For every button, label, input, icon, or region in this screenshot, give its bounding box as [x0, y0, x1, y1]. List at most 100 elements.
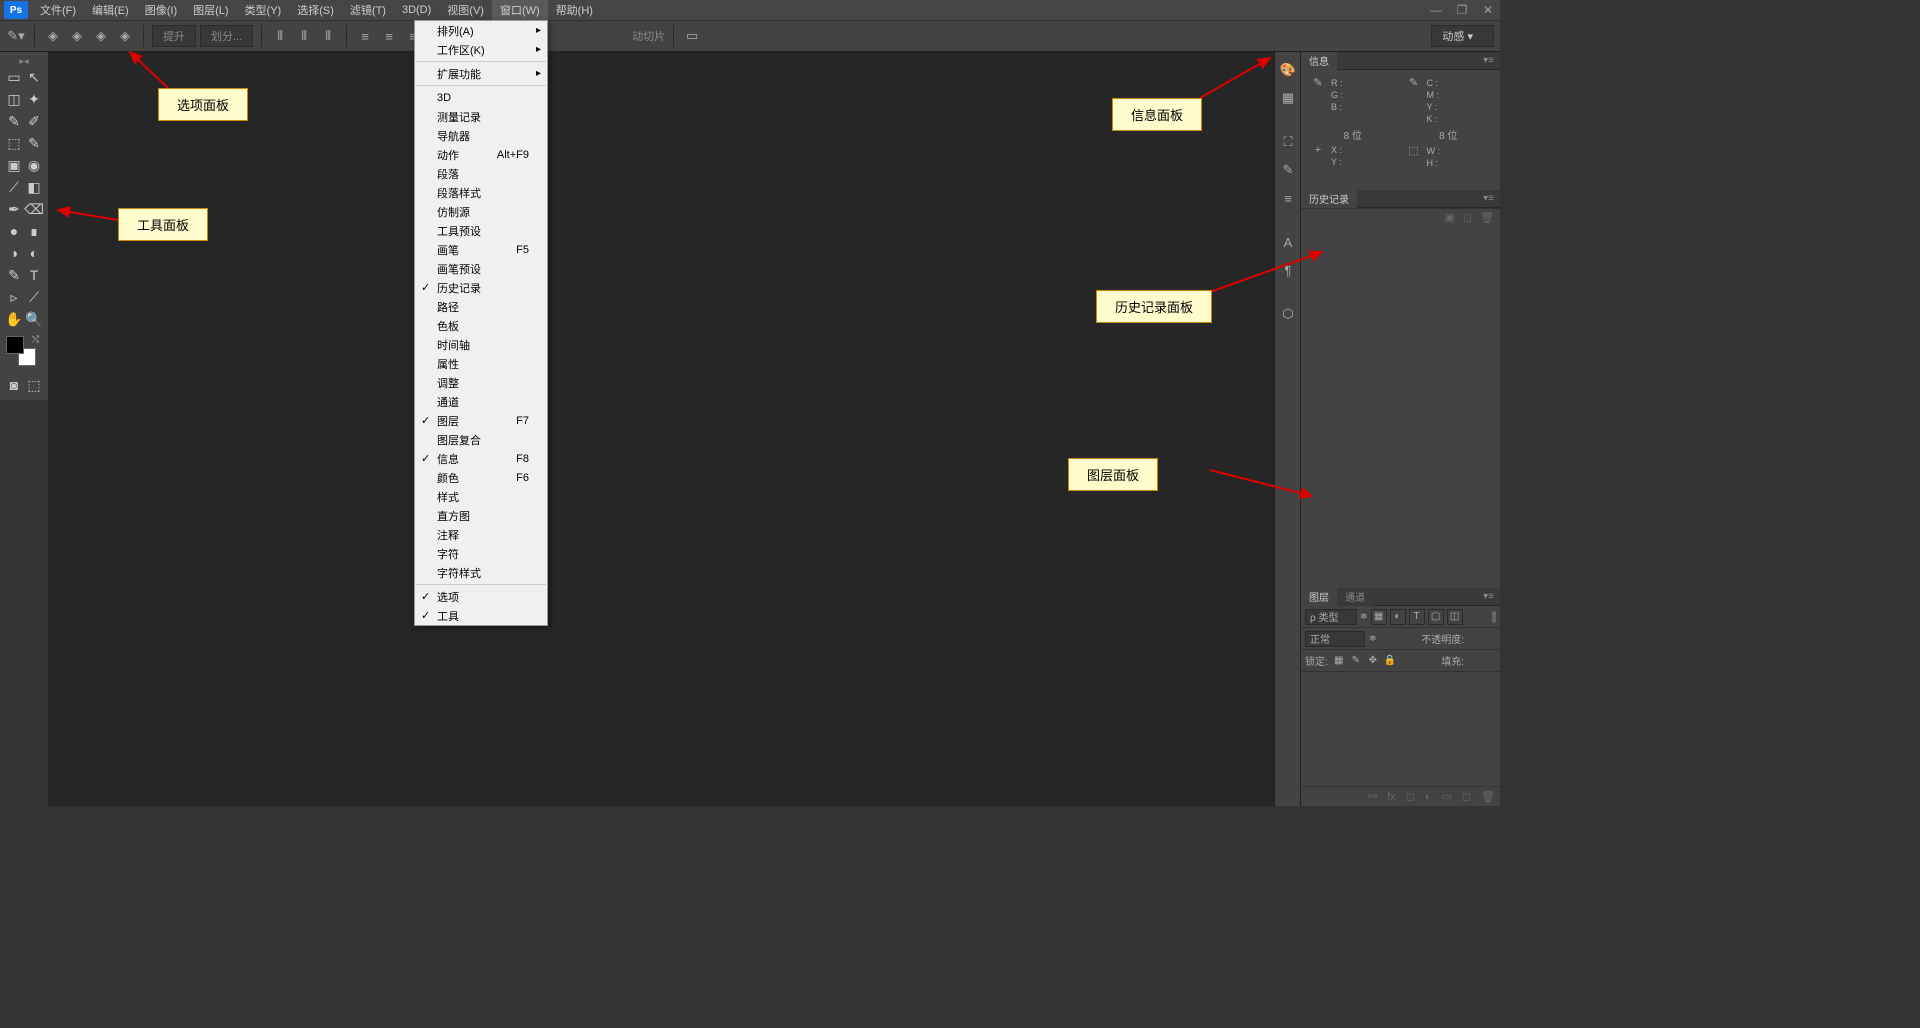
tool-button[interactable]: ◧: [24, 176, 44, 198]
dropdown-item[interactable]: 调整: [415, 373, 547, 392]
dropdown-item[interactable]: 段落: [415, 164, 547, 183]
dropdown-item[interactable]: 仿制源: [415, 202, 547, 221]
menu-item[interactable]: 编辑(E): [84, 0, 137, 20]
tool-button[interactable]: ✎: [24, 132, 44, 154]
layer-fx-icon[interactable]: fx: [1387, 791, 1396, 803]
tool-button[interactable]: T: [24, 264, 44, 286]
filter-shape-icon[interactable]: ▢: [1428, 609, 1444, 625]
align-icon-5[interactable]: ≡: [379, 26, 399, 46]
dropdown-item[interactable]: 历史记录: [415, 278, 547, 297]
menu-item[interactable]: 滤镜(T): [342, 0, 394, 20]
tool-button[interactable]: ⟋: [24, 286, 44, 308]
lock-all-icon[interactable]: 🔒: [1383, 654, 1397, 668]
filter-toggle[interactable]: [1492, 611, 1496, 623]
dropdown-item[interactable]: 画笔预设: [415, 259, 547, 278]
layer-group-icon[interactable]: ▭: [1441, 790, 1451, 803]
menu-item[interactable]: 窗口(W): [492, 0, 548, 20]
menu-item[interactable]: 文件(F): [32, 0, 84, 20]
tool-button[interactable]: ▹: [4, 286, 24, 308]
menu-item[interactable]: 视图(V): [439, 0, 492, 20]
dropdown-item[interactable]: 直方图: [415, 506, 547, 525]
workspace-dropdown[interactable]: 动感 ▾: [1431, 25, 1494, 47]
tool-button[interactable]: ◉: [24, 154, 44, 176]
layer-mask-icon[interactable]: ◻: [1406, 790, 1415, 803]
foreground-color-swatch[interactable]: [6, 336, 24, 354]
color-swatches[interactable]: ⤭: [4, 334, 44, 370]
dropdown-item[interactable]: 颜色F6: [415, 468, 547, 487]
layers-tab[interactable]: 图层: [1301, 588, 1337, 606]
tool-button[interactable]: ⟋: [4, 176, 24, 198]
filter-type-select[interactable]: ρ 类型: [1305, 609, 1357, 625]
dropdown-item[interactable]: 属性: [415, 354, 547, 373]
tool-button[interactable]: ✦: [24, 88, 44, 110]
align-icon-3[interactable]: ⫴: [318, 26, 338, 46]
dropdown-item[interactable]: 工具预设: [415, 221, 547, 240]
dropdown-item[interactable]: 3D: [415, 88, 547, 107]
tool-button[interactable]: ✐: [24, 110, 44, 132]
quickmask-icon[interactable]: ◙: [4, 374, 24, 396]
menu-item[interactable]: 类型(Y): [237, 0, 290, 20]
tool-preset-icon[interactable]: ✎▾: [6, 26, 26, 46]
dropdown-item[interactable]: 字符样式: [415, 563, 547, 582]
align-icon-2[interactable]: ⫴: [294, 26, 314, 46]
lock-paint-icon[interactable]: ✎: [1349, 654, 1363, 668]
opt-icon-1[interactable]: ◈: [43, 26, 63, 46]
history-snapshot-icon[interactable]: ▣: [1444, 211, 1454, 224]
dropdown-item[interactable]: 选项: [415, 587, 547, 606]
menu-item[interactable]: 图层(L): [185, 0, 236, 20]
info-tab[interactable]: 信息: [1301, 52, 1337, 70]
dropdown-item[interactable]: 时间轴: [415, 335, 547, 354]
dropdown-item[interactable]: 工具: [415, 606, 547, 625]
tool-button[interactable]: ▭: [4, 66, 24, 88]
dropdown-item[interactable]: 样式: [415, 487, 547, 506]
history-tab[interactable]: 历史记录: [1301, 190, 1357, 208]
layers-panel-menu[interactable]: ▾≡: [1477, 591, 1500, 602]
filter-smart-icon[interactable]: ◫: [1447, 609, 1463, 625]
folder-icon[interactable]: ▭: [682, 26, 702, 46]
dropdown-item[interactable]: 段落样式: [415, 183, 547, 202]
screenmode-icon[interactable]: ⬚: [24, 374, 44, 396]
filter-text-icon[interactable]: T: [1409, 609, 1425, 625]
dock-icon[interactable]: ⬡: [1275, 300, 1301, 328]
blend-mode-select[interactable]: 正常: [1305, 631, 1365, 647]
align-icon-1[interactable]: ⫴: [270, 26, 290, 46]
tool-button[interactable]: ✋: [4, 308, 24, 330]
layer-link-icon[interactable]: ⚯: [1368, 790, 1377, 803]
history-trash-icon[interactable]: 🗑: [1480, 211, 1494, 224]
divide-button[interactable]: 划分...: [200, 25, 253, 47]
minimize-button[interactable]: —: [1424, 1, 1448, 19]
channels-tab[interactable]: 通道: [1337, 588, 1373, 606]
dropdown-item[interactable]: 通道: [415, 392, 547, 411]
layer-trash-icon[interactable]: 🗑: [1481, 790, 1495, 803]
dropdown-item[interactable]: 工作区(K): [415, 40, 547, 59]
align-icon-4[interactable]: ≡: [355, 26, 375, 46]
tool-button[interactable]: ∎: [24, 220, 44, 242]
tool-button[interactable]: ▣: [4, 154, 24, 176]
dropdown-item[interactable]: 注释: [415, 525, 547, 544]
layer-new-icon[interactable]: ◻: [1462, 790, 1471, 803]
tool-button[interactable]: ●: [4, 220, 24, 242]
swap-colors-icon[interactable]: ⤭: [32, 334, 42, 344]
tool-button[interactable]: ✒: [4, 198, 24, 220]
dock-icon[interactable]: ≡: [1275, 184, 1301, 212]
restore-button[interactable]: ❐: [1450, 1, 1474, 19]
filter-adjust-icon[interactable]: ◐: [1390, 609, 1406, 625]
dropdown-item[interactable]: 测量记录: [415, 107, 547, 126]
lock-pixels-icon[interactable]: ▦: [1332, 654, 1346, 668]
opt-icon-2[interactable]: ◈: [67, 26, 87, 46]
dropdown-item[interactable]: 排列(A): [415, 21, 547, 40]
tool-button[interactable]: ↖: [24, 66, 44, 88]
close-button[interactable]: ✕: [1476, 1, 1500, 19]
dropdown-item[interactable]: 字符: [415, 544, 547, 563]
opt-icon-4[interactable]: ◈: [115, 26, 135, 46]
tool-button[interactable]: ✎: [4, 110, 24, 132]
tool-button[interactable]: 🔍: [24, 308, 44, 330]
dropdown-item[interactable]: 色板: [415, 316, 547, 335]
dropdown-item[interactable]: 扩展功能: [415, 64, 547, 83]
dropdown-item[interactable]: 信息F8: [415, 449, 547, 468]
menu-item[interactable]: 选择(S): [289, 0, 342, 20]
menu-item[interactable]: 3D(D): [394, 0, 439, 20]
tool-button[interactable]: ◫: [4, 88, 24, 110]
dock-icon[interactable]: ▦: [1275, 84, 1301, 112]
dropdown-item[interactable]: 导航器: [415, 126, 547, 145]
